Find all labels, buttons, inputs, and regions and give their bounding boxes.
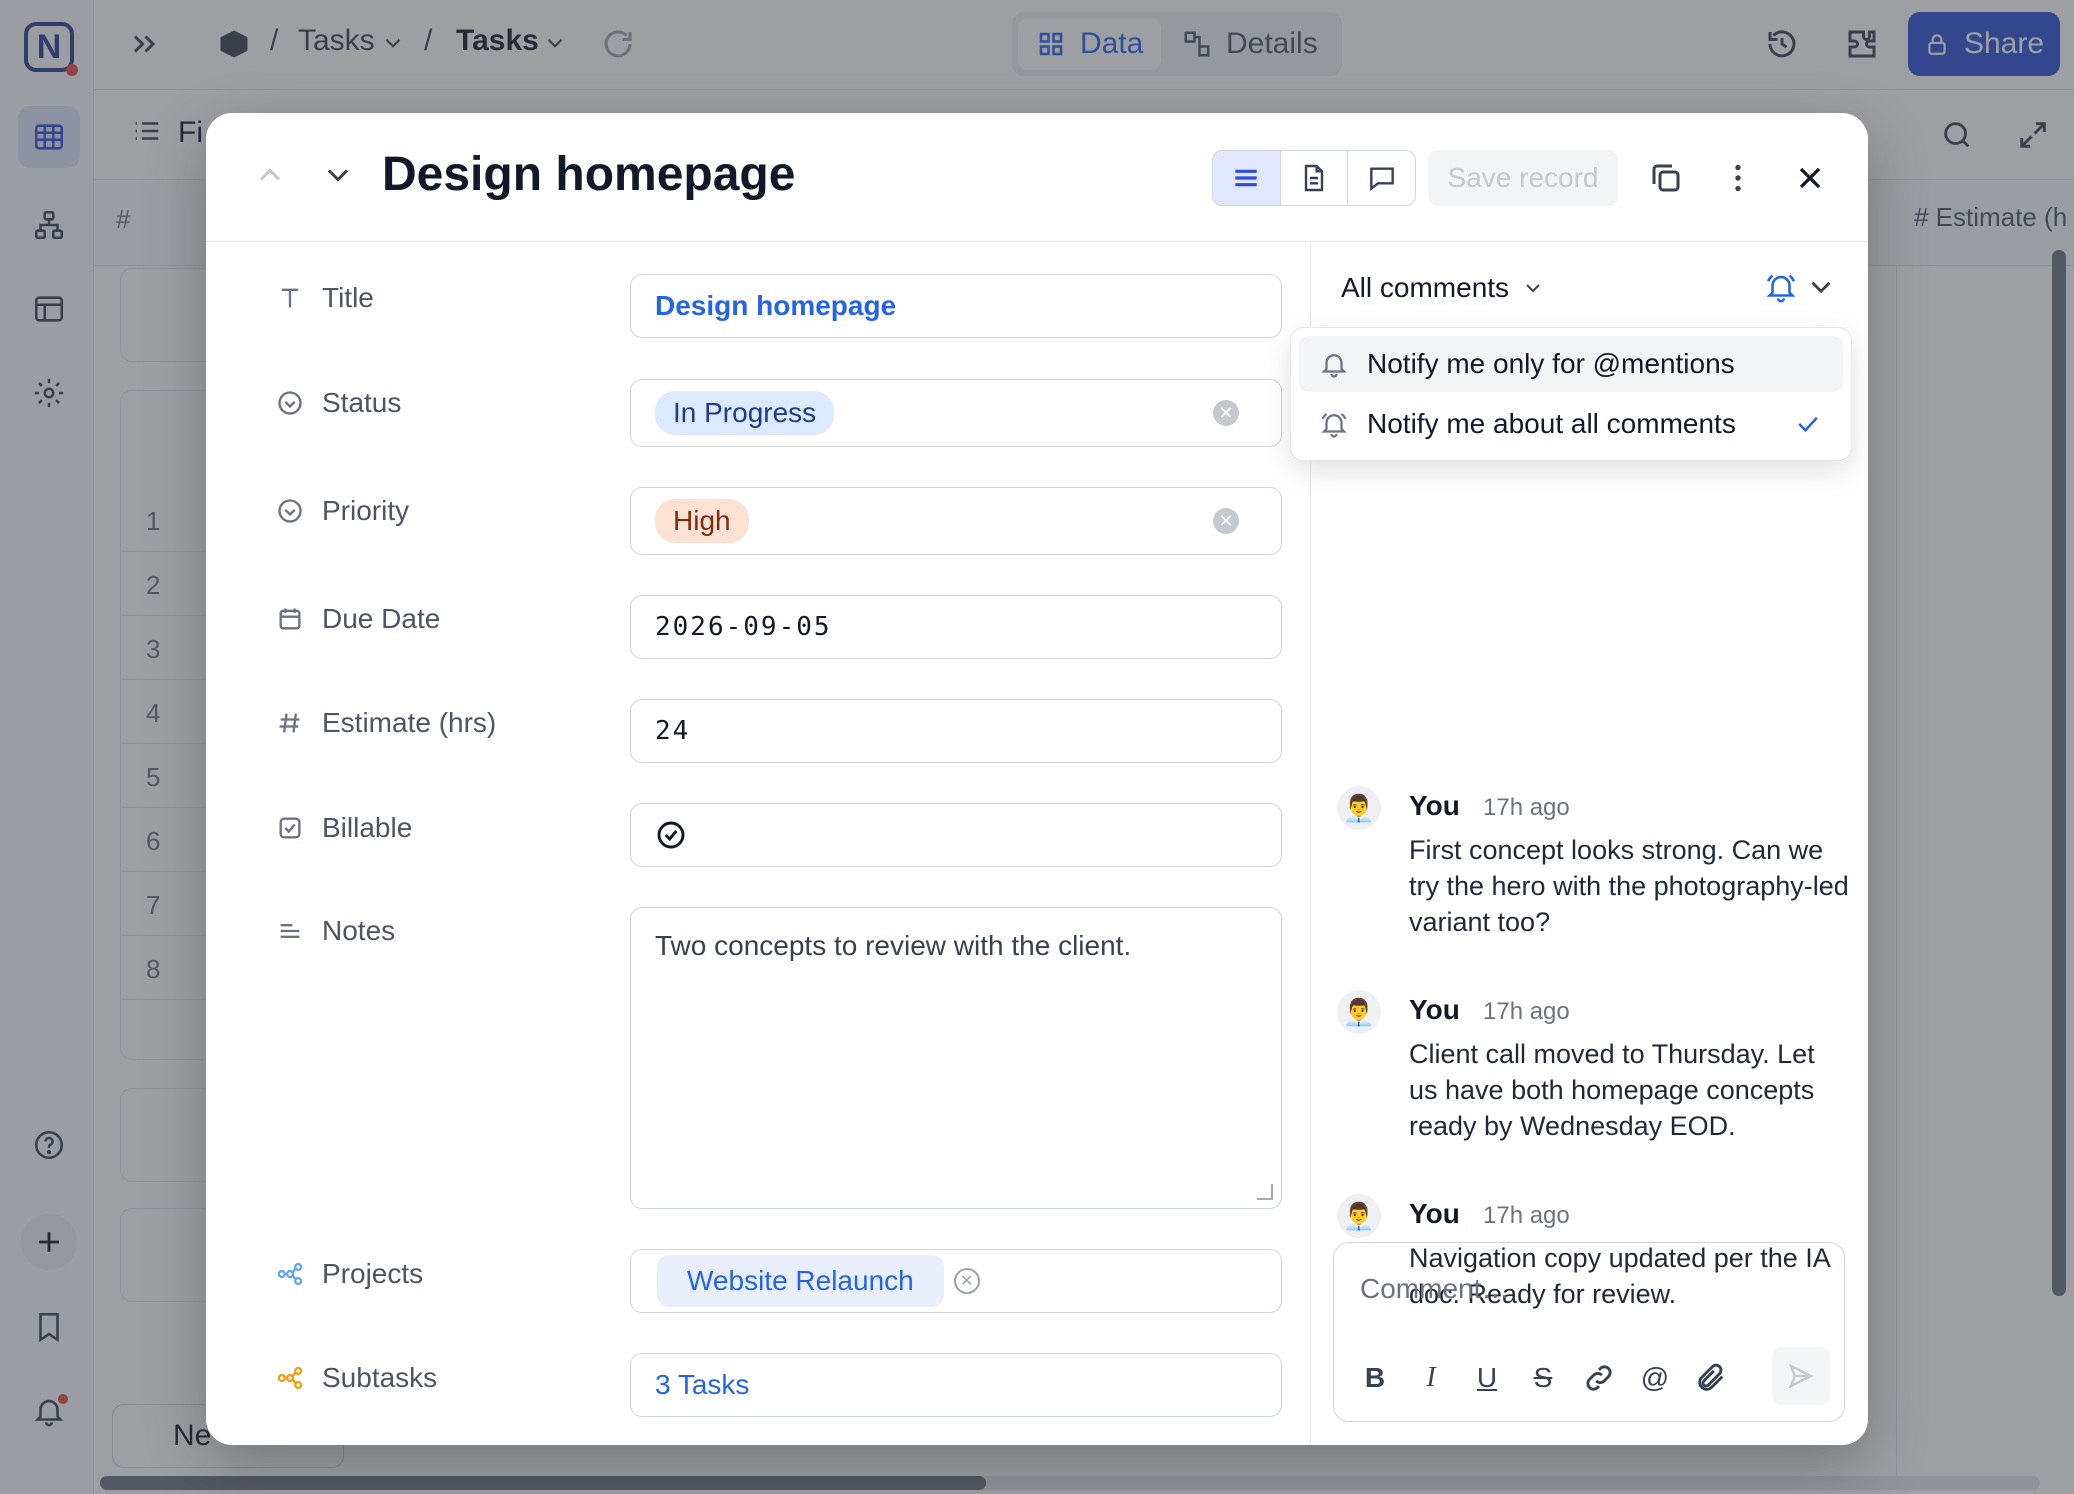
notification-dropdown: Notify me only for @mentions Notify me a…: [1290, 327, 1852, 461]
app-root: N / Tasks /: [0, 0, 2074, 1494]
comments-view-button[interactable]: [1348, 151, 1415, 205]
checkbox-type-icon: [279, 817, 301, 839]
chevron-down-icon: [1811, 281, 1831, 294]
notify-mentions-label: Notify me only for @mentions: [1367, 348, 1735, 379]
resize-handle[interactable]: [1257, 1184, 1273, 1200]
document-view-button[interactable]: [1281, 151, 1349, 205]
more-vertical-icon[interactable]: [1720, 160, 1756, 196]
previous-record-icon[interactable]: [252, 157, 288, 193]
avatar: 👨‍💼: [1337, 990, 1381, 1034]
chat-icon: [1369, 167, 1394, 192]
check-circle-icon: [657, 821, 685, 849]
comment-time: 17h ago: [1483, 794, 1570, 821]
document-icon: [1304, 164, 1324, 192]
notes-field-label: Notes: [276, 911, 395, 951]
bell-icon: [1321, 354, 1347, 378]
comments-filter-dropdown[interactable]: All comments: [1341, 272, 1545, 304]
bell-ring-icon: [1321, 413, 1347, 438]
comment-author: You: [1409, 1198, 1460, 1229]
bold-icon[interactable]: B: [1358, 1361, 1392, 1395]
avatar: 👨‍💼: [1337, 1194, 1381, 1238]
notification-settings-button[interactable]: [1764, 270, 1838, 304]
title-input[interactable]: Design homepage: [630, 274, 1282, 338]
billable-checkbox[interactable]: [630, 803, 1282, 867]
avatar: 👨‍💼: [1337, 786, 1381, 830]
estimate-field-label: Estimate (hrs): [276, 703, 496, 743]
link-relation-icon: [277, 1262, 303, 1286]
select-type-icon: [278, 391, 302, 415]
estimate-input[interactable]: 24: [630, 699, 1282, 763]
bell-ring-icon: [1766, 274, 1796, 303]
project-chip[interactable]: Website Relaunch: [657, 1255, 944, 1307]
italic-icon[interactable]: I: [1414, 1361, 1448, 1395]
comment-composer[interactable]: Comment… B I U S @: [1333, 1242, 1845, 1422]
comments-filter-label: All comments: [1341, 272, 1510, 303]
check-icon: [1798, 416, 1818, 433]
due-date-input[interactable]: 2026-09-05: [630, 595, 1282, 659]
save-record-button[interactable]: Save record: [1428, 150, 1618, 206]
long-text-icon: [280, 924, 300, 938]
subtasks-relation-icon: [277, 1366, 303, 1390]
comment-body: First concept looks strong. Can we try t…: [1409, 835, 1849, 937]
calendar-icon: [279, 608, 301, 630]
strikethrough-icon[interactable]: S: [1526, 1361, 1560, 1395]
notes-value: Two concepts to review with the client.: [655, 930, 1132, 961]
notes-textarea[interactable]: Two concepts to review with the client.: [630, 907, 1282, 1209]
notify-all-option[interactable]: Notify me about all comments: [1299, 396, 1843, 452]
subtasks-link-field[interactable]: 3 Tasks: [630, 1353, 1282, 1417]
comment-time: 17h ago: [1483, 1202, 1570, 1229]
due-date-value: 2026-09-05: [655, 612, 832, 642]
estimate-value: 24: [655, 716, 691, 746]
copy-icon[interactable]: [1648, 160, 1684, 196]
priority-badge: High: [655, 499, 749, 543]
record-modal: Design homepage Save record Title Status…: [206, 113, 1868, 1445]
number-type-icon: [279, 713, 300, 733]
comment-time: 17h ago: [1483, 998, 1570, 1025]
comment-format-toolbar: B I U S @: [1358, 1361, 1728, 1395]
send-icon: [1788, 1363, 1814, 1389]
comment-author: You: [1409, 994, 1460, 1025]
projects-field-label: Projects: [276, 1254, 423, 1294]
subtasks-count[interactable]: 3 Tasks: [655, 1369, 749, 1401]
notify-mentions-option[interactable]: Notify me only for @mentions: [1299, 336, 1843, 392]
title-value: Design homepage: [655, 290, 897, 321]
mention-icon[interactable]: @: [1638, 1361, 1672, 1395]
subtasks-field-label: Subtasks: [276, 1358, 437, 1398]
next-record-icon[interactable]: [320, 157, 356, 193]
projects-link-field[interactable]: Website Relaunch ✕: [630, 1249, 1282, 1313]
status-select[interactable]: In Progress ✕: [630, 379, 1282, 447]
priority-select[interactable]: High ✕: [630, 487, 1282, 555]
status-badge: In Progress: [655, 391, 835, 435]
record-title: Design homepage: [382, 148, 796, 201]
comment-input-placeholder: Comment…: [1360, 1273, 1510, 1304]
status-field-label: Status: [276, 383, 401, 423]
priority-field-label: Priority: [276, 491, 409, 531]
chevron-down-icon: [1526, 284, 1540, 293]
clear-priority-icon[interactable]: ✕: [1213, 508, 1239, 534]
modal-header: Design homepage Save record: [206, 113, 1868, 242]
remove-project-icon[interactable]: ✕: [953, 1268, 980, 1294]
due-date-field-label: Due Date: [276, 599, 440, 639]
clear-status-icon[interactable]: ✕: [1213, 400, 1239, 426]
billable-field-label: Billable: [276, 808, 412, 848]
attachment-icon[interactable]: [1694, 1361, 1728, 1395]
title-field-label: Title: [276, 278, 374, 318]
record-view-switch: [1212, 150, 1416, 206]
comment-author: You: [1409, 790, 1460, 821]
select-type-icon: [278, 499, 302, 523]
send-comment-button[interactable]: [1772, 1347, 1830, 1405]
text-type-icon: [281, 288, 299, 308]
underline-icon[interactable]: U: [1470, 1361, 1504, 1395]
link-icon[interactable]: [1582, 1361, 1616, 1395]
comment-body: Client call moved to Thursday. Let us ha…: [1409, 1039, 1815, 1141]
close-icon[interactable]: [1792, 160, 1828, 196]
fields-view-button[interactable]: [1213, 151, 1281, 205]
menu-icon: [1235, 169, 1257, 187]
notify-all-label: Notify me about all comments: [1367, 408, 1736, 439]
